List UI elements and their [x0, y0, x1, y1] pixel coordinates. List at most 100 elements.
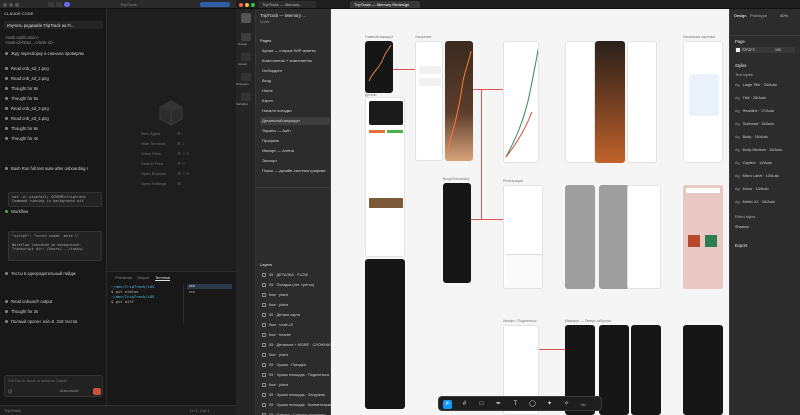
- zoom-level[interactable]: 40%: [780, 13, 788, 18]
- page-item[interactable]: Поиск — дизайн-система графики: [260, 167, 330, 175]
- tab-terminal[interactable]: Terminal: [155, 275, 171, 281]
- page-item[interactable]: Профиль: [260, 137, 330, 145]
- ai-icon[interactable]: ✧: [562, 400, 571, 409]
- maximize-dot[interactable]: [251, 3, 255, 7]
- page-item[interactable]: Компоненты + компоненты: [260, 57, 330, 65]
- prototype-icon[interactable]: [241, 73, 251, 81]
- frame-blank[interactable]: [565, 41, 595, 163]
- quick-action-item[interactable]: New Agent ⌘ I: [141, 131, 183, 136]
- layer-item[interactable]: 05 · Чужая площадь · Загрузить: [262, 393, 325, 397]
- upgrade-button[interactable]: [200, 2, 230, 7]
- close-dot[interactable]: [239, 3, 243, 7]
- mode-selector[interactable]: Auto-mode: [60, 389, 79, 393]
- figma-tab-active[interactable]: TripTrack — Memory Redesign: [350, 1, 420, 8]
- pen-icon[interactable]: ✒: [494, 400, 503, 409]
- frame-home[interactable]: [415, 41, 443, 161]
- terminal-output[interactable]: ~/dev/TripTrack/iOS $ git status ~/dev/T…: [111, 284, 181, 304]
- text-style-item[interactable]: Ag Title · 28/Auto: [735, 96, 766, 100]
- frame-detail-long-2[interactable]: [365, 259, 405, 409]
- tab-prototype[interactable]: Prototype: [750, 13, 767, 18]
- minimize-dot[interactable]: [9, 3, 13, 7]
- layer-item[interactable]: 05 · Чужая · Поездка: [262, 363, 306, 367]
- frame-signup-dark[interactable]: [443, 183, 471, 283]
- layer-item[interactable]: 05 · Чужая площадь · Поделиться: [262, 373, 329, 377]
- layer-item[interactable]: flow · plane: [262, 383, 288, 387]
- frame-photo-grid[interactable]: [683, 185, 723, 289]
- figma-menu-icon[interactable]: [241, 13, 251, 23]
- frame-gray-2[interactable]: [599, 185, 629, 289]
- assets-icon[interactable]: [241, 53, 251, 61]
- layer-item[interactable]: 05 · ДЕТАЛКА · FLOW: [262, 273, 308, 277]
- page-item[interactable]: Архив — старые WIP макеты: [260, 47, 330, 55]
- design-icon[interactable]: [241, 33, 251, 41]
- frame-blank-2[interactable]: [627, 41, 657, 163]
- page-color-field[interactable]: F2F2F2 100: [735, 47, 795, 53]
- frame-import[interactable]: [627, 185, 661, 289]
- status-right[interactable]: Ln 1, Col 1: [190, 408, 209, 413]
- text-style-item[interactable]: Ag Caption · 11/Auto: [735, 161, 772, 165]
- page-item[interactable]: Экспорт: [260, 157, 330, 165]
- page-item[interactable]: Карта: [260, 97, 330, 105]
- page-item[interactable]: Онбординг: [260, 67, 330, 75]
- layer-item[interactable]: flow · plane: [262, 353, 288, 357]
- layer-item[interactable]: 05 · Поездка (лет. третья): [262, 283, 314, 287]
- layer-item[interactable]: flow · plane: [262, 293, 288, 297]
- layer-item[interactable]: 05 · Детальна + MORE · СЛОЖНАЯ: [262, 343, 332, 347]
- frame-speed-light[interactable]: [503, 41, 539, 163]
- forward-icon[interactable]: [56, 2, 62, 7]
- dev-mode-icon[interactable]: </>: [579, 400, 588, 409]
- text-style-item[interactable]: Ag Micro Label · 10/Auto: [735, 174, 779, 178]
- layer-item[interactable]: 05 · Детали карта: [262, 313, 300, 317]
- frame-share-dark-4[interactable]: [683, 325, 723, 415]
- claude-icon[interactable]: [64, 2, 70, 7]
- quick-action-item[interactable]: Open Settings ⌘ ,: [141, 181, 183, 186]
- layer-item[interactable]: flow · route-v2: [262, 323, 293, 327]
- attach-icon[interactable]: ⊡: [8, 389, 12, 395]
- terminal-item[interactable]: zsh: [187, 290, 195, 294]
- tab-output[interactable]: Output: [137, 275, 149, 280]
- frame-icon[interactable]: #: [460, 400, 469, 409]
- send-button[interactable]: [93, 388, 101, 395]
- text-style-item[interactable]: Ag Body Medium · 16/Auto: [735, 148, 782, 152]
- layer-item[interactable]: flow · plane: [262, 303, 288, 307]
- actions-icon[interactable]: ✦: [545, 400, 554, 409]
- quick-action-item[interactable]: Open Browser ⌘ ⇧ B: [141, 171, 189, 176]
- file-title[interactable]: TripTrack — Memory ...: [260, 13, 306, 18]
- variables-icon[interactable]: [241, 93, 251, 101]
- page-item[interactable]: Экраны — Auth: [260, 127, 330, 135]
- file-location[interactable]: Drafts: [260, 20, 270, 24]
- page-item[interactable]: Home: [260, 87, 330, 95]
- frame-details-long[interactable]: [365, 97, 405, 257]
- text-style-item[interactable]: Ag Body · 16/Auto: [735, 135, 768, 139]
- page-item[interactable]: Начало поездки: [260, 107, 330, 115]
- frame-gray[interactable]: [565, 185, 595, 289]
- page-item[interactable]: Детальный маршрут: [260, 117, 330, 125]
- quick-action-item[interactable]: Show Files ⌘ ⇧ E: [141, 151, 189, 156]
- frame-share-dark-2[interactable]: [599, 325, 629, 415]
- maximize-dot[interactable]: [15, 3, 19, 7]
- quick-action-item[interactable]: Hide Terminal ⌘ J: [141, 141, 184, 146]
- tab-design[interactable]: Design: [734, 13, 746, 18]
- text-icon[interactable]: T: [511, 400, 520, 409]
- page-item[interactable]: Вход: [260, 77, 330, 85]
- text-style-item[interactable]: Ag Mono · 13/Auto: [735, 187, 769, 191]
- effect-style-shadow[interactable]: Shadow: [735, 225, 749, 229]
- frame-gradient-orange[interactable]: [595, 41, 625, 163]
- text-style-item[interactable]: Ag Metric XL · 34/Auto: [735, 200, 775, 204]
- export-header[interactable]: Export: [735, 243, 747, 248]
- rect-icon[interactable]: □: [477, 400, 486, 409]
- text-style-item[interactable]: Ag Subhead · 15/Auto: [735, 122, 774, 126]
- comment-icon[interactable]: ◯: [528, 400, 537, 409]
- frame-speed-brown[interactable]: [445, 41, 473, 161]
- chat-title-bar[interactable]: Изучить редизайн TripTrack на Fi...: [4, 21, 103, 29]
- layer-item[interactable]: flow · header: [262, 333, 291, 337]
- close-dot[interactable]: [3, 3, 7, 7]
- frame-onboarding[interactable]: [683, 41, 723, 163]
- text-style-item[interactable]: Ag Headline · 17/Auto: [735, 109, 774, 113]
- text-style-item[interactable]: Ag Large Title · 34/Auto: [735, 83, 777, 87]
- frame-route-dark[interactable]: [365, 41, 393, 93]
- quick-action-item[interactable]: Search Files ⌘ P: [141, 161, 185, 166]
- minimize-dot[interactable]: [245, 3, 249, 7]
- status-left[interactable]: TripTrack: [4, 408, 21, 413]
- frame-signup-sheet[interactable]: [503, 185, 543, 289]
